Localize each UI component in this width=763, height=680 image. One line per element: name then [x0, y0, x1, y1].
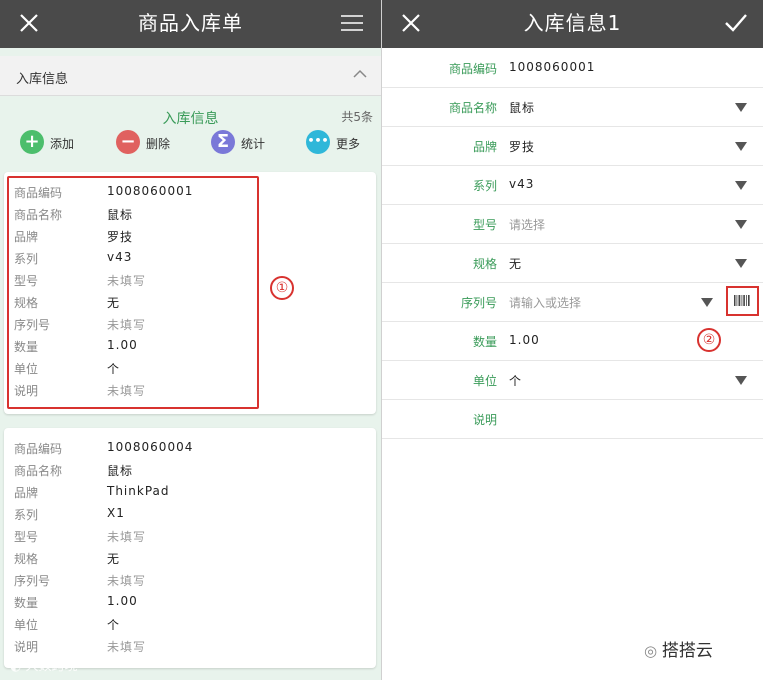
more-label: 更多 [336, 137, 361, 151]
annotation-marker-2: ② [697, 328, 721, 352]
dropdown-arrow-icon[interactable] [735, 376, 747, 385]
field-value: X1 [107, 506, 125, 520]
wechat-icon: ◎ [644, 642, 662, 660]
add-label: 添加 [50, 137, 75, 151]
field-row: 型号 未填写 [14, 528, 354, 550]
field-value: 无 [107, 552, 121, 566]
field-value: 未填写 [107, 530, 147, 544]
form-row[interactable]: 单位个 [382, 361, 763, 400]
field-value: 个 [107, 618, 121, 632]
watermark-text: 大数跨境 [25, 659, 78, 674]
scan-button[interactable] [726, 286, 759, 316]
brand-text: 搭搭云 [661, 641, 713, 661]
form-label: 商品名称 [448, 101, 497, 115]
form-row[interactable]: 规格无 [382, 244, 763, 283]
field-row: 商品编码 1008060004 [14, 440, 354, 462]
sigma-icon: Σ [211, 130, 235, 154]
field-key: 单位 [14, 618, 39, 632]
section-header[interactable]: 入库信息 [0, 56, 381, 96]
right-title-bar: 入库信息1 [382, 0, 763, 48]
field-row: 数量 1.00 [14, 594, 354, 616]
form-label: 数量 [472, 335, 497, 349]
field-key: 说明 [14, 640, 39, 654]
form-label: 规格 [472, 257, 497, 271]
delete-icon: − [116, 130, 140, 154]
field-value: 鼠标 [107, 464, 134, 478]
field-row: 序列号 未填写 [14, 572, 354, 594]
delete-label: 删除 [146, 137, 171, 151]
dropdown-arrow-icon[interactable] [735, 181, 747, 190]
field-key: 规格 [14, 552, 39, 566]
field-key: 商品编码 [14, 442, 63, 456]
form-label: 型号 [472, 218, 497, 232]
form-row[interactable]: 品牌 罗技 [382, 127, 763, 166]
list-item[interactable]: 商品编码 1008060004 商品名称 鼠标 品牌 ThinkPad 系列 X1 型号 未填写规… [4, 428, 376, 668]
form-value[interactable]: 请选择 [509, 216, 545, 233]
stock-in-detail-screen: 入库信息1 商品编码 1008060001 商品名称 鼠标 品牌 罗技 系列 v43 型号 请选择… [382, 0, 763, 680]
field-value: ThinkPad [107, 484, 170, 498]
form-value[interactable]: 无 [509, 255, 522, 272]
form-label: 单位 [472, 374, 497, 388]
weibo-icon: ◐ [10, 659, 26, 674]
form-label: 说明 [472, 413, 497, 427]
form-value[interactable]: 请输入或选择 [509, 294, 581, 311]
record-count: 共5条 [341, 110, 373, 124]
brand-label: ◎ 搭搭云 [644, 636, 713, 661]
field-key: 品牌 [14, 486, 39, 500]
list-title: 入库信息 [162, 111, 219, 127]
form-value[interactable]: v43 [509, 177, 534, 191]
field-row: 品牌 ThinkPad [14, 484, 354, 506]
more-icon: ••• [306, 130, 330, 154]
field-row: 单位 个 [14, 616, 354, 638]
dropdown-arrow-icon[interactable] [735, 103, 747, 112]
field-value: 未填写 [107, 640, 147, 654]
field-key: 型号 [14, 530, 39, 544]
chevron-up-icon[interactable] [353, 69, 367, 79]
form-label: 序列号 [460, 296, 497, 310]
field-key: 序列号 [14, 574, 51, 588]
highlight-box [7, 176, 259, 409]
field-value: 1.00 [107, 594, 138, 608]
field-key: 数量 [14, 596, 39, 610]
field-value: 1008060004 [107, 440, 194, 454]
add-icon: + [20, 130, 44, 154]
field-row: 规格 无 [14, 550, 354, 572]
menu-icon[interactable] [337, 8, 367, 38]
watermark: ◐ 大数跨境 [10, 655, 78, 674]
form-row[interactable]: 系列 v43 [382, 166, 763, 205]
form-label: 品牌 [472, 140, 497, 154]
form-row[interactable]: 商品编码 1008060001 [382, 49, 763, 88]
left-title-bar: 商品入库单 [0, 0, 381, 48]
detail-title: 入库信息1 [523, 11, 622, 35]
form-value[interactable]: 个 [509, 372, 522, 389]
form-row[interactable]: 序列号 请输入或选择 [382, 283, 763, 322]
field-value: 未填写 [107, 574, 147, 588]
statistics-label: 统计 [241, 137, 266, 151]
field-row: 系列 X1 [14, 506, 354, 528]
dropdown-arrow-icon[interactable] [735, 259, 747, 268]
form-row[interactable]: 说明 [382, 400, 763, 439]
field-key: 系列 [14, 508, 39, 522]
form-label: 商品编码 [448, 62, 497, 76]
barcode-icon [734, 295, 750, 306]
dropdown-arrow-icon[interactable] [735, 142, 747, 151]
form-row[interactable]: 型号 请选择 [382, 205, 763, 244]
field-row: 商品名称 鼠标 [14, 462, 354, 484]
form-label: 系列 [472, 179, 497, 193]
stock-in-list-screen: 商品入库单 入库信息 入库信息 共5条 + 添加 − 删除 Σ 统计 ••• 更… [0, 0, 381, 680]
section-label: 入库信息 [16, 72, 69, 87]
page-title: 商品入库单 [138, 11, 243, 35]
form-row[interactable]: 商品名称 鼠标 [382, 88, 763, 127]
form-value[interactable]: 1008060001 [509, 60, 595, 74]
annotation-marker-1: ① [270, 276, 294, 300]
dropdown-arrow-icon[interactable] [735, 220, 747, 229]
dropdown-arrow-icon[interactable] [701, 298, 713, 307]
form-value[interactable]: 罗技 [509, 138, 535, 155]
form-value[interactable]: 1.00 [509, 333, 540, 347]
form-value[interactable]: 鼠标 [509, 99, 535, 116]
field-key: 商品名称 [14, 464, 63, 478]
check-icon[interactable] [721, 8, 751, 38]
